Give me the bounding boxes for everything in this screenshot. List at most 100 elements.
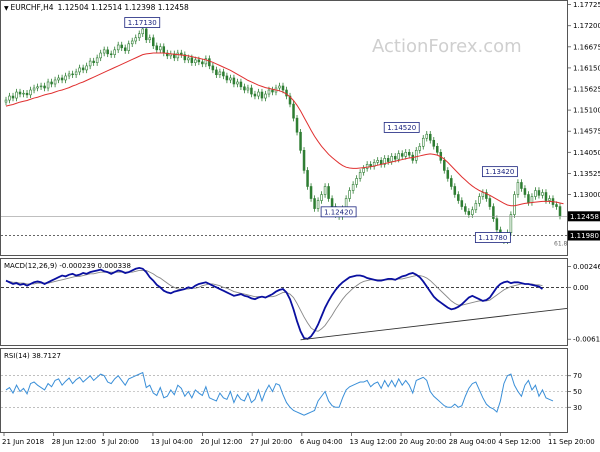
candle-body: [4, 99, 8, 103]
candle-body: [453, 186, 457, 195]
header-ohlc: ▼ EURCHF,H4 1.12504 1.12514 1.12398 1.124…: [4, 3, 189, 12]
candle-body: [358, 172, 362, 179]
candle-body: [450, 178, 453, 187]
candle-body: [351, 184, 355, 191]
candle-body: [537, 190, 541, 196]
candle-body: [116, 44, 120, 51]
fib-partial-label: 61.8: [554, 241, 568, 248]
candle-body: [544, 192, 548, 201]
candle-body: [316, 200, 320, 209]
candle-body: [95, 57, 99, 63]
candle-body: [127, 43, 130, 51]
time-tick-label: 28 Aug 04:00: [449, 438, 496, 446]
time-tick-label: 5 Jul 20:00: [101, 438, 139, 446]
candle-body: [29, 89, 32, 96]
level-annotation-label: 1.13420: [485, 168, 514, 176]
candle-body: [509, 214, 513, 233]
candle-body: [355, 178, 358, 185]
candle-body: [513, 194, 516, 215]
candle-body: [516, 182, 520, 195]
candle-body: [197, 59, 201, 63]
candle-body: [330, 198, 334, 207]
macd-title: MACD(12,26,9) -0.000239 0.000338: [4, 262, 131, 270]
candle-body: [478, 196, 481, 204]
candle-body: [222, 71, 225, 77]
candle-body: [309, 186, 313, 199]
candle-body: [120, 44, 123, 49]
macd-axis-ticks: 0.002469 0.00 -0.006136: [567, 263, 600, 344]
candle-body: [492, 206, 495, 219]
candle-body: [260, 91, 264, 99]
candle-body: [180, 52, 183, 55]
candle-body: [99, 52, 102, 59]
candle-body: [250, 87, 253, 95]
price-tick-label: 1.14575: [573, 128, 600, 136]
support-price-badge-text: 1.11980: [570, 232, 599, 240]
candle-body: [144, 28, 148, 41]
candle-body: [8, 95, 11, 101]
symbol-label: EURCHF,H4: [11, 3, 54, 12]
candle-body: [386, 158, 390, 162]
candle-body: [57, 77, 60, 81]
level-annotation-label: 1.11780: [478, 234, 507, 242]
price-tick-label: 1.13525: [573, 170, 600, 178]
candle-body: [488, 198, 492, 207]
candle-body: [81, 67, 85, 71]
price-tick-label: 1.13000: [573, 191, 600, 199]
candle-body: [215, 69, 218, 76]
candle-body: [464, 206, 467, 212]
candle-body: [64, 75, 67, 81]
candle-body: [457, 194, 460, 201]
candle-body: [102, 49, 106, 54]
time-tick-label: 27 Jul 20:00: [250, 438, 292, 446]
candle-body: [39, 85, 43, 88]
candle-body: [67, 73, 71, 77]
candle-body: [425, 133, 429, 139]
candle-body: [92, 60, 95, 63]
candle-body: [239, 81, 243, 88]
candle-body: [320, 194, 323, 201]
candle-body: [141, 28, 145, 35]
candle-body: [253, 93, 257, 97]
candle-body: [74, 71, 78, 76]
candle-body: [257, 91, 260, 97]
candle-body: [130, 40, 134, 45]
price-tick-label: 1.16150: [573, 64, 600, 72]
candle-body: [22, 92, 25, 95]
candle-body: [362, 168, 365, 173]
candle-body: [232, 77, 236, 85]
time-tick-label: 20 Aug 20:00: [399, 438, 446, 446]
candle-body: [523, 188, 527, 195]
candle-body: [148, 37, 152, 41]
price-axis-ticks: 1.17725 1.17200 1.16675 1.16150 1.15625 1.151…: [567, 1, 600, 241]
rsi-tick-label: 30: [573, 404, 582, 412]
level-annotation-label: 1.12420: [324, 208, 353, 216]
candle-body: [11, 95, 15, 99]
candle-body: [15, 91, 18, 99]
candle-body: [267, 89, 271, 95]
candle-body: [225, 75, 229, 81]
candle-body: [348, 190, 351, 199]
candle-body: [246, 87, 250, 91]
candle-body: [369, 164, 372, 167]
candle-body: [159, 46, 162, 51]
candle-body: [397, 153, 400, 160]
candle-body: [530, 196, 534, 203]
price-tick-label: 1.16675: [573, 43, 600, 51]
candle-body: [32, 87, 36, 91]
candle-body: [299, 131, 302, 151]
candle-body: [467, 211, 471, 215]
candle-body: [527, 194, 530, 203]
time-tick-label: 4 Sep 12:00: [498, 438, 540, 446]
candle-body: [106, 49, 109, 55]
candle-body: [78, 67, 81, 73]
candle-body: [229, 77, 232, 81]
candle-body: [194, 59, 197, 63]
candle-body: [243, 86, 246, 91]
time-tick-label: 13 Aug 12:00: [349, 438, 396, 446]
candle-body: [281, 85, 285, 91]
candle-body: [365, 164, 369, 169]
candle-body: [376, 160, 379, 163]
price-tick-label: 1.14050: [573, 149, 600, 157]
candle-body: [495, 218, 499, 231]
